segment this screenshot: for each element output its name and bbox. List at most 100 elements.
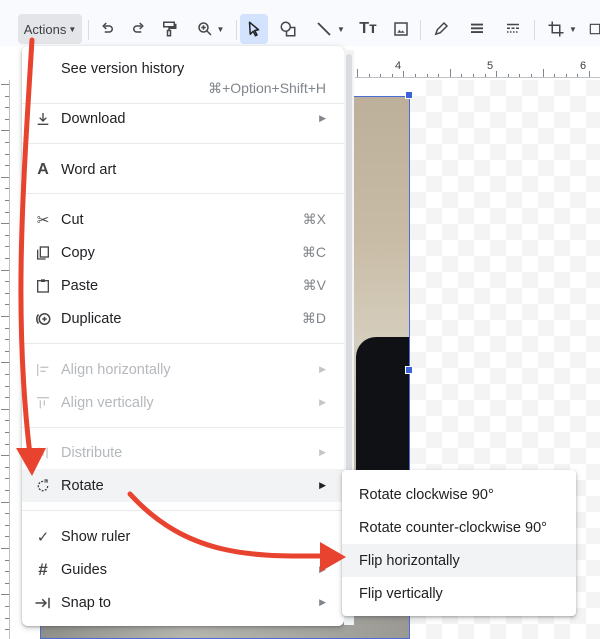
menu-item-align-horizontally: Align horizontally ▶: [22, 353, 344, 386]
align-vertical-icon: [34, 394, 52, 412]
menu-divider: [22, 193, 344, 194]
google-drawings-window: Actions ▼ ▼ ▼ Tт ▼ 4 5 6 See version his…: [0, 0, 600, 639]
text-box-button[interactable]: Tт: [356, 14, 380, 44]
ruler-tick: [589, 71, 590, 77]
chevron-down-icon: ▼: [337, 24, 345, 34]
reset-image-button[interactable]: [588, 14, 600, 44]
align-horizontal-icon: [34, 361, 52, 379]
ruler-tick: [507, 74, 509, 77]
ruler-tick: [1, 223, 9, 225]
menu-item-guides[interactable]: # Guides ▶: [22, 553, 344, 586]
chevron-down-icon: ▼: [569, 24, 577, 34]
chevron-down-icon: ▼: [216, 24, 225, 34]
submenu-item-flip-horizontally[interactable]: Flip horizontally: [342, 544, 576, 577]
line-icon: [317, 22, 331, 36]
menu-item-word-art[interactable]: A Word art: [22, 153, 344, 186]
ruler-tick: [5, 339, 9, 341]
submenu-arrow-icon: ▶: [319, 447, 326, 457]
ruler-tick: [5, 292, 9, 294]
submenu-arrow-icon: ▶: [319, 364, 326, 374]
redo-button[interactable]: [128, 14, 150, 44]
ruler-tick: [5, 536, 9, 538]
menu-item-shortcut: ⌘D: [301, 310, 326, 326]
scrollbar-thumb[interactable]: [346, 54, 352, 474]
ruler-tick: [5, 107, 9, 109]
menu-item-cut[interactable]: ✂ Cut ⌘X: [22, 203, 344, 236]
submenu-item-rotate-clockwise[interactable]: Rotate clockwise 90°: [342, 478, 576, 511]
ruler-tick: [1, 362, 9, 364]
border-weight-button[interactable]: [466, 14, 488, 44]
select-button[interactable]: [240, 14, 268, 44]
ruler-tick: [5, 95, 9, 97]
select-icon: [248, 21, 260, 37]
ruler-tick: [531, 74, 532, 77]
ruler-tick: [5, 524, 9, 526]
resize-handle-right[interactable]: [405, 366, 413, 374]
ruler-tick: [449, 69, 451, 77]
menu-item-duplicate[interactable]: Duplicate ⌘D: [22, 302, 344, 335]
toolbar-divider: [236, 20, 237, 40]
line-button[interactable]: ▼: [310, 14, 350, 44]
ruler-tick: [5, 234, 9, 236]
chevron-down-icon: ▼: [68, 24, 77, 34]
menu-item-label: Duplicate: [61, 310, 122, 327]
image-button[interactable]: [390, 14, 412, 44]
menu-item-label: Show ruler: [61, 528, 131, 545]
ruler-tick: [5, 606, 9, 607]
resize-handle-top-right[interactable]: [405, 91, 413, 99]
menu-item-rotate[interactable]: Rotate ▶: [22, 469, 344, 502]
snap-to-icon: [34, 594, 52, 612]
menu-item-label: Align vertically: [61, 394, 154, 411]
redo-icon: [133, 22, 144, 33]
menu-item-copy[interactable]: Copy ⌘C: [22, 236, 344, 269]
border-dash-button[interactable]: [502, 14, 524, 44]
border-weight-icon: [471, 23, 483, 33]
undo-button[interactable]: [96, 14, 118, 44]
menu-item-snap-to[interactable]: Snap to ▶: [22, 586, 344, 619]
menu-item-paste[interactable]: Paste ⌘V: [22, 269, 344, 302]
menu-item-label: Paste: [61, 277, 99, 294]
image-icon: [394, 22, 408, 36]
ruler-tick: [5, 629, 9, 631]
ruler-tick: [5, 200, 9, 201]
submenu-item-label: Flip horizontally: [359, 552, 460, 569]
ruler-label: 4: [395, 60, 402, 72]
ruler-tick: [565, 74, 567, 77]
submenu-item-flip-vertically[interactable]: Flip vertically: [342, 577, 576, 610]
ruler-tick: [5, 304, 9, 306]
menu-item-download[interactable]: Download ▶: [22, 102, 344, 135]
menu-item-align-vertically: Align vertically ▶: [22, 386, 344, 419]
ruler-tick: [5, 617, 9, 619]
reset-image-icon: [589, 23, 600, 35]
vertical-ruler: [0, 80, 10, 639]
ruler-tick: [415, 74, 416, 77]
ruler-tick: [5, 350, 9, 352]
ruler-tick: [519, 74, 521, 77]
menu-item-label: Distribute: [61, 444, 123, 461]
crop-button[interactable]: ▼: [542, 14, 582, 44]
submenu-arrow-icon: ▶: [319, 564, 326, 574]
zoom-button[interactable]: ▼: [192, 14, 228, 44]
menu-item-label: Snap to: [61, 594, 111, 611]
menu-item-label: Align horizontally: [61, 361, 171, 378]
submenu-item-rotate-counter-clockwise[interactable]: Rotate counter-clockwise 90°: [342, 511, 576, 544]
ruler-tick: [5, 327, 9, 329]
ruler-tick: [5, 165, 9, 167]
actions-menu: See version history ⌘+Option+Shift+H Dow…: [22, 46, 344, 626]
border-color-button[interactable]: [430, 14, 452, 44]
submenu-arrow-icon: ▶: [319, 480, 326, 490]
paint-format-button[interactable]: [158, 14, 180, 44]
paste-icon: [34, 277, 52, 295]
shape-icon: [280, 21, 296, 37]
ruler-tick: [1, 84, 9, 85]
toolbar-divider: [534, 20, 535, 40]
shape-button[interactable]: [276, 14, 300, 44]
ruler-tick: [1, 548, 9, 549]
ruler-tick: [5, 420, 9, 422]
actions-menu-button[interactable]: Actions ▼: [18, 14, 82, 44]
ruler-tick: [5, 513, 9, 515]
menu-item-show-ruler[interactable]: ✓ Show ruler: [22, 520, 344, 553]
ruler-tick: [5, 559, 9, 561]
distribute-icon: [34, 444, 52, 462]
ruler-tick: [473, 74, 474, 77]
